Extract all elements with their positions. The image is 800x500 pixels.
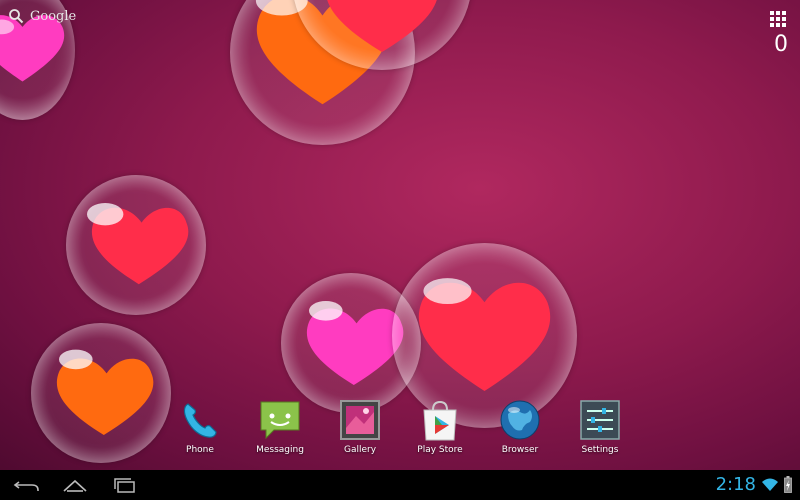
dock-label: Browser [501, 445, 539, 455]
home-button[interactable] [60, 475, 90, 495]
back-button[interactable] [12, 475, 42, 495]
phone-icon [183, 403, 217, 438]
heart-icon [87, 203, 189, 285]
dock-label: Play Store [417, 445, 463, 455]
search-icon [9, 9, 24, 24]
settings-icon [580, 400, 620, 440]
dock-item-gallery[interactable]: Gallery [320, 398, 400, 460]
system-bar: 2:18 [0, 470, 800, 500]
heart-icon [327, 0, 437, 52]
battery-charging-icon [784, 476, 792, 493]
heart-bubble[interactable] [31, 323, 171, 463]
gallery-icon [340, 400, 380, 440]
live-wallpaper[interactable]: Google 0 Phone Messaging Gallery Play St… [0, 0, 800, 470]
heart-icon [56, 349, 154, 435]
dock-item-play-store[interactable]: Play Store [400, 398, 480, 460]
wifi-icon [762, 478, 778, 491]
dock-item-phone[interactable]: Phone [160, 398, 240, 460]
dock-item-messaging[interactable]: Messaging [240, 398, 320, 460]
app-dock: Phone Messaging Gallery Play Store Brows… [160, 398, 640, 460]
dock-label: Messaging [256, 445, 304, 455]
all-apps-icon[interactable] [770, 11, 786, 27]
dock-item-browser[interactable]: Browser [480, 398, 560, 460]
browser-icon [500, 400, 540, 440]
score-counter: 0 [774, 32, 788, 57]
heart-bubble[interactable] [66, 175, 206, 315]
messaging-icon [260, 401, 300, 440]
dock-item-settings[interactable]: Settings [560, 398, 640, 460]
dock-label: Settings [581, 445, 619, 455]
heart-bubble[interactable] [292, 0, 472, 70]
recent-apps-button[interactable] [110, 475, 140, 495]
play-store-icon [423, 400, 457, 441]
clock[interactable]: 2:18 [716, 474, 756, 495]
search-label: Google [30, 8, 77, 24]
dock-label: Phone [186, 445, 214, 455]
dock-label: Gallery [343, 445, 377, 455]
google-search-bar[interactable]: Google [8, 8, 76, 24]
